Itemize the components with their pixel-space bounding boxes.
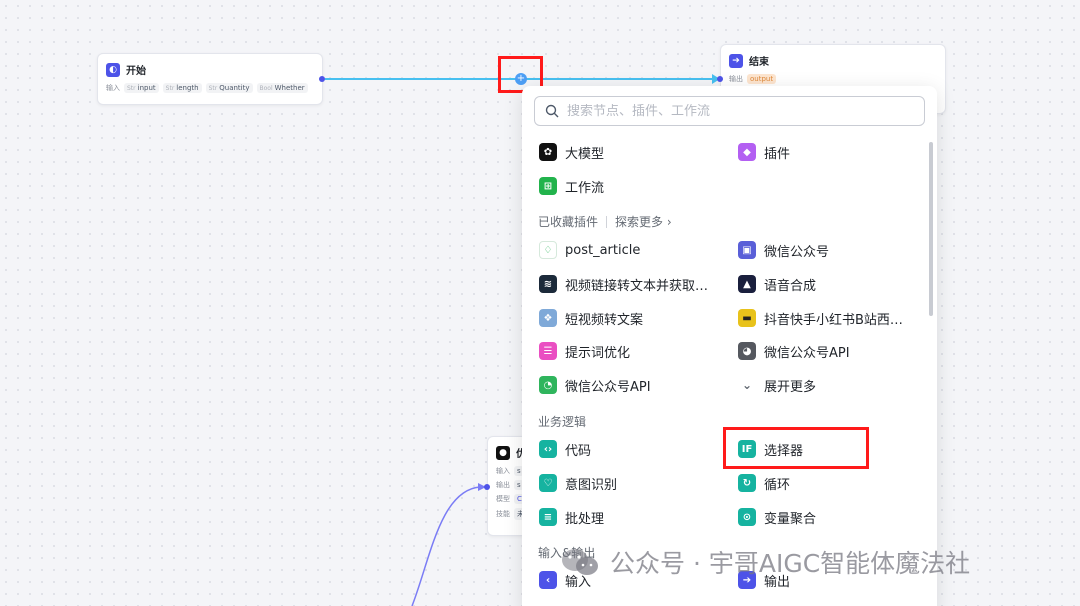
search-input[interactable] (567, 103, 897, 119)
wechat-api-green-icon: ◔ (539, 376, 557, 394)
video-link-icon: ≋ (539, 275, 557, 293)
logic-item-loop[interactable]: ↻ 循环 (738, 472, 790, 494)
douyin-icon: ▬ (738, 309, 756, 327)
param-chip: Str input (124, 83, 159, 93)
start-icon: ◐ (106, 62, 120, 77)
favorites-section-header: 已收藏插件 探索更多 › (538, 213, 672, 230)
end-node-title: 结束 (749, 57, 769, 68)
add-node-panel: ✿ 大模型 ◆ 插件 ⊞ 工作流 已收藏插件 探索更多 › ♢ post_art… (522, 86, 937, 606)
favorite-item[interactable]: ◔ 微信公众号API (539, 374, 651, 396)
end-output-label: 输出 (729, 75, 743, 83)
end-node-outputs: 输出 output (721, 72, 945, 86)
favorite-item[interactable]: ☰ 提示词优化 (539, 340, 630, 362)
panel-scrollbar[interactable] (929, 142, 933, 316)
llm-input-port[interactable] (484, 484, 490, 490)
variable-merge-icon: ⊙ (738, 508, 756, 526)
wechat-official-icon: ▣ (738, 241, 756, 259)
favorite-item[interactable]: ▲ 语音合成 (738, 273, 816, 295)
favorite-item[interactable]: ◕ 微信公众号API (738, 340, 850, 362)
chevron-down-icon: ⌄ (738, 376, 756, 394)
favorite-item[interactable]: ♢ post_article (539, 239, 640, 261)
expand-more-button[interactable]: ⌄ 展开更多 (738, 374, 816, 396)
favorite-item[interactable]: ▬ 抖音快手小红书B站西瓜… (738, 307, 914, 329)
explore-more-link[interactable]: 探索更多 › (615, 213, 672, 230)
batch-icon: ≡ (539, 508, 557, 526)
watermark: 公众号 · 宇哥AIGC智能体魔法社 (560, 544, 970, 580)
chevron-right-icon: › (666, 215, 672, 229)
search-icon (545, 104, 559, 118)
code-icon: ‹› (539, 440, 557, 458)
output-chip: output (747, 74, 777, 84)
menu-item-workflow[interactable]: ⊞ 工作流 (539, 175, 604, 197)
favorite-item[interactable]: ❖ 短视频转文案 (539, 307, 643, 329)
logic-section-header: 业务逻辑 (538, 415, 587, 429)
wechat-api-icon: ◕ (738, 342, 756, 360)
wechat-logo-icon (562, 549, 598, 575)
workflow-icon: ⊞ (539, 177, 557, 195)
workflow-canvas[interactable]: ◐ 开始 输入 Str input Str length Str Quantity B… (0, 0, 1080, 606)
prompt-optimize-icon: ☰ (539, 342, 557, 360)
loop-icon: ↻ (738, 474, 756, 492)
logic-item-batch[interactable]: ≡ 批处理 (539, 506, 604, 528)
start-node[interactable]: ◐ 开始 输入 Str input Str length Str Quantity B… (97, 53, 323, 105)
start-node-title: 开始 (126, 66, 146, 77)
llm-icon: ✿ (539, 143, 557, 161)
intent-icon: ♡ (539, 474, 557, 492)
favorite-item[interactable]: ≋ 视频链接转文本并获取… (539, 273, 708, 295)
node-search-box[interactable] (534, 96, 925, 126)
short-video-icon: ❖ (539, 309, 557, 327)
end-input-port[interactable] (717, 76, 723, 82)
logic-item-variable-merge[interactable]: ⊙ 变量聚合 (738, 506, 816, 528)
highlight-selector-box (723, 427, 869, 469)
menu-item-llm[interactable]: ✿ 大模型 (539, 141, 604, 163)
watermark-text: 公众号 · 宇哥AIGC智能体魔法社 (610, 549, 971, 578)
speech-synthesis-icon: ▲ (738, 275, 756, 293)
edge-to-llm (411, 486, 481, 606)
param-chip: Str Quantity (205, 83, 253, 93)
favorite-item[interactable]: ▣ 微信公众号 (738, 239, 829, 261)
llm-node-icon: ● (496, 445, 510, 460)
logic-item-intent[interactable]: ♡ 意图识别 (539, 472, 617, 494)
start-node-inputs: 输入 Str input Str length Str Quantity Bool Wh… (98, 81, 322, 95)
menu-item-plugin[interactable]: ◆ 插件 (738, 141, 790, 163)
start-output-port[interactable] (319, 76, 325, 82)
post-article-icon: ♢ (539, 241, 557, 259)
param-chip: Bool Whether (256, 83, 308, 93)
plugin-icon: ◆ (738, 143, 756, 161)
start-input-label: 输入 (106, 84, 120, 92)
logic-item-code[interactable]: ‹› 代码 (539, 438, 591, 460)
input-icon: ‹ (539, 571, 557, 589)
param-chip: Str length (162, 83, 202, 93)
end-icon: ➔ (729, 53, 743, 68)
